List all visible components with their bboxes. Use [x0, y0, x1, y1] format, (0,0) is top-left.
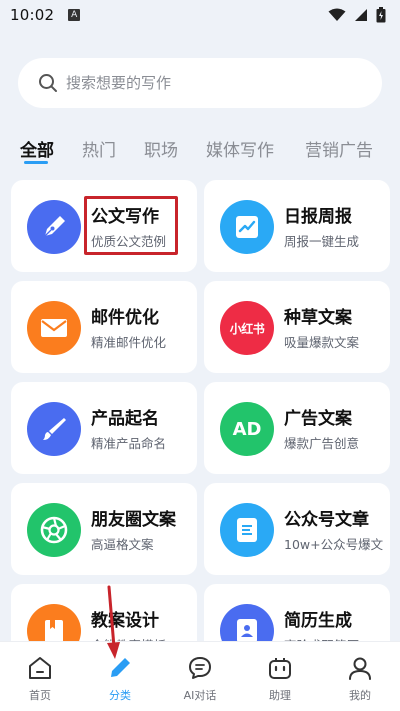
card-product-naming[interactable]: 产品起名 精准产品命名	[11, 382, 197, 474]
nav-ai-chat[interactable]: AI对话	[160, 642, 240, 711]
nav-profile[interactable]: 我的	[320, 642, 400, 711]
nav-label: 我的	[349, 689, 371, 702]
search-bar[interactable]	[18, 58, 382, 108]
card-seeding-copy[interactable]: 小红书 种草文案 吸量爆款文案	[204, 281, 390, 373]
card-title: 广告文案	[284, 409, 352, 429]
category-pen-icon	[107, 654, 133, 682]
card-subtitle: 周报一键生成	[284, 234, 360, 249]
battery-icon	[376, 7, 386, 23]
aperture-icon	[27, 503, 81, 557]
nav-label: 首页	[29, 689, 51, 702]
card-subtitle: 爆款广告创意	[284, 436, 360, 451]
card-title: 日报周报	[284, 207, 352, 227]
card-subtitle: 优质公文范例	[91, 234, 167, 249]
robot-icon	[267, 654, 293, 682]
card-subtitle: 吸量爆款文案	[284, 335, 360, 350]
card-daily-weekly-report[interactable]: 日报周报 周报一键生成	[204, 180, 390, 272]
search-input[interactable]	[66, 74, 366, 92]
xiaohongshu-icon: 小红书	[220, 301, 274, 355]
status-icons	[328, 7, 386, 23]
trend-chart-icon	[220, 200, 274, 254]
card-subtitle: 高逼格文案	[91, 537, 154, 552]
card-email-optimize[interactable]: 邮件优化 精准邮件优化	[11, 281, 197, 373]
nav-category[interactable]: 分类	[80, 642, 160, 711]
brush-icon	[27, 402, 81, 456]
search-icon	[39, 74, 57, 92]
tab-workplace[interactable]: 职场	[144, 136, 178, 161]
tab-marketing[interactable]: 营销广告	[305, 136, 373, 161]
card-official-account-article[interactable]: 公众号文章 10w+公众号爆文	[204, 483, 390, 575]
app-notification-icon: A	[68, 9, 81, 21]
card-official-writing[interactable]: 公文写作 优质公文范例	[11, 180, 197, 272]
ad-icon: AD	[220, 402, 274, 456]
nav-home[interactable]: 首页	[0, 642, 80, 711]
card-subtitle: 精准邮件优化	[91, 335, 167, 350]
tab-all[interactable]: 全部	[20, 136, 54, 161]
card-subtitle: 10w+公众号爆文	[284, 537, 384, 552]
active-tab-indicator	[24, 161, 48, 164]
card-title: 朋友圈文案	[91, 510, 176, 530]
envelope-icon	[27, 301, 81, 355]
card-title: 种草文案	[284, 308, 352, 328]
card-ad-copy[interactable]: AD 广告文案 爆款广告创意	[204, 382, 390, 474]
nav-label: AI对话	[183, 689, 217, 702]
card-moments-copy[interactable]: 朋友圈文案 高逼格文案	[11, 483, 197, 575]
home-icon	[27, 654, 53, 682]
chat-bubble-icon	[187, 654, 213, 682]
pen-nib-icon	[27, 200, 81, 254]
profile-icon	[347, 654, 373, 682]
card-title: 公文写作	[91, 207, 159, 227]
xiaohongshu-logo-text: 小红书	[229, 321, 265, 336]
document-icon	[220, 503, 274, 557]
bottom-nav: 首页 分类 AI对话 助理 我的	[0, 641, 400, 711]
nav-label: 助理	[269, 689, 291, 702]
card-title: 教案设计	[91, 611, 159, 631]
ad-logo-text: AD	[232, 418, 262, 440]
card-subtitle: 精准产品命名	[91, 436, 167, 451]
category-tabs: 全部 热门 职场 媒体写作 营销广告	[20, 136, 400, 166]
nav-label: 分类	[109, 689, 131, 702]
tab-hot[interactable]: 热门	[82, 136, 116, 161]
status-bar: 10:02 A	[0, 0, 400, 30]
card-title: 邮件优化	[91, 308, 159, 328]
card-title: 简历生成	[284, 611, 352, 631]
signal-icon	[355, 9, 367, 21]
wifi-icon	[328, 8, 346, 21]
status-time: 10:02	[10, 6, 55, 24]
card-title: 公众号文章	[284, 510, 369, 530]
tab-media-writing[interactable]: 媒体写作	[206, 136, 274, 161]
card-title: 产品起名	[91, 409, 159, 429]
nav-assistant[interactable]: 助理	[240, 642, 320, 711]
